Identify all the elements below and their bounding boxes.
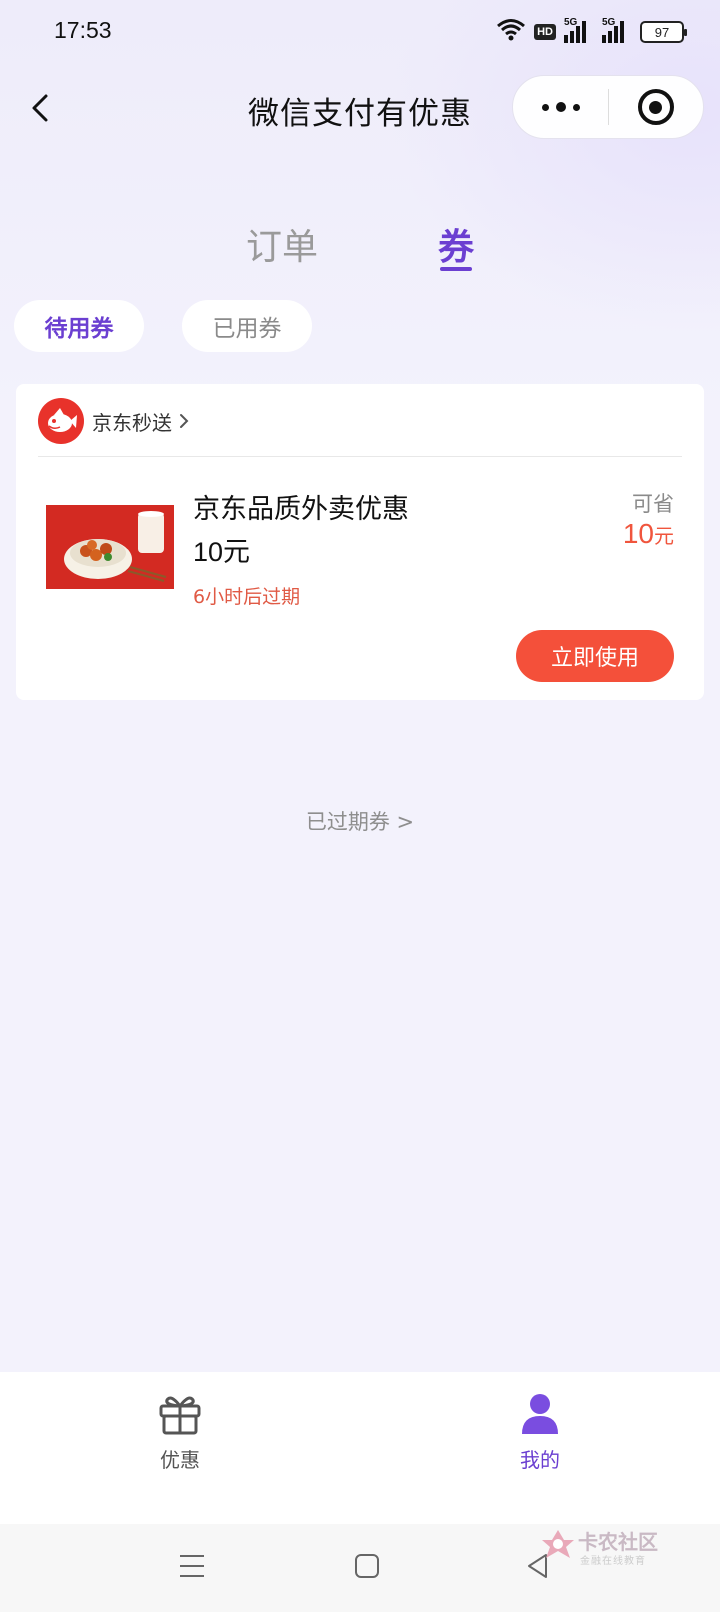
coupon-food-image xyxy=(46,505,174,589)
tabbar-mine[interactable]: 我的 xyxy=(480,1392,600,1473)
chevron-right-icon xyxy=(180,414,189,428)
save-label: 可省 xyxy=(632,492,674,516)
close-miniprogram-button[interactable] xyxy=(609,75,703,139)
coupon-card: 京东秒送 京东品质外卖优惠 10元 6小时后过期 可省 10元 立即使用 xyxy=(16,384,704,700)
tabbar-offers-label: 优惠 xyxy=(160,1448,200,1472)
tab-coupons[interactable]: 券 xyxy=(438,218,474,270)
coupon-title: 京东品质外卖优惠 xyxy=(193,494,409,525)
use-now-button[interactable]: 立即使用 xyxy=(516,630,674,682)
tab-orders[interactable]: 订单 xyxy=(246,218,318,270)
merchant-logo-icon xyxy=(38,398,84,444)
merchant-name: 京东秒送 xyxy=(92,410,172,435)
wifi-icon xyxy=(496,18,526,46)
system-back-button[interactable] xyxy=(526,1552,550,1584)
signal-label: 5G xyxy=(564,17,578,28)
save-amount-unit: 元 xyxy=(654,524,674,548)
signal-icon: 5G xyxy=(564,17,594,43)
status-time: 17:53 xyxy=(54,17,112,43)
close-miniprogram-icon xyxy=(637,89,674,125)
signal-icon: 5G xyxy=(602,17,632,43)
merchant-link[interactable]: 京东秒送 xyxy=(38,398,190,444)
more-dots-icon xyxy=(541,102,580,112)
more-button[interactable] xyxy=(513,75,608,139)
status-bar: 17:53 HD 5G 5G 97 xyxy=(0,0,720,64)
system-menu-button[interactable] xyxy=(178,1552,206,1584)
hd-voice-badge: HD xyxy=(534,24,556,40)
miniprogram-capsule xyxy=(512,75,704,139)
bottom-tab-bar: 优惠 我的 xyxy=(0,1372,720,1524)
battery-icon: 97 xyxy=(640,21,687,43)
tab-used-coupons[interactable]: 已用券 xyxy=(182,300,312,352)
menu-icon xyxy=(180,1555,204,1577)
card-divider xyxy=(38,456,682,457)
back-triangle-icon xyxy=(528,1554,547,1578)
save-amount: 10元 xyxy=(623,518,674,550)
active-tab-indicator xyxy=(440,267,472,271)
home-square-icon xyxy=(355,1554,379,1578)
system-nav-bar xyxy=(0,1524,720,1612)
coupon-expiry: 6小时后过期 xyxy=(193,586,301,608)
expired-coupons-link[interactable]: 已过期券 > xyxy=(0,806,720,836)
gift-icon xyxy=(159,1396,201,1435)
system-home-button[interactable] xyxy=(354,1552,380,1584)
coupon-value: 10元 xyxy=(193,537,251,567)
signal-label: 5G xyxy=(602,17,616,28)
user-icon xyxy=(522,1394,558,1434)
status-icons: HD 5G 5G 97 xyxy=(496,17,687,46)
tabbar-offers[interactable]: 优惠 xyxy=(120,1392,240,1473)
tab-unused-coupons[interactable]: 待用券 xyxy=(14,300,144,352)
save-amount-number: 10 xyxy=(622,518,654,549)
tabbar-mine-label: 我的 xyxy=(520,1448,560,1472)
